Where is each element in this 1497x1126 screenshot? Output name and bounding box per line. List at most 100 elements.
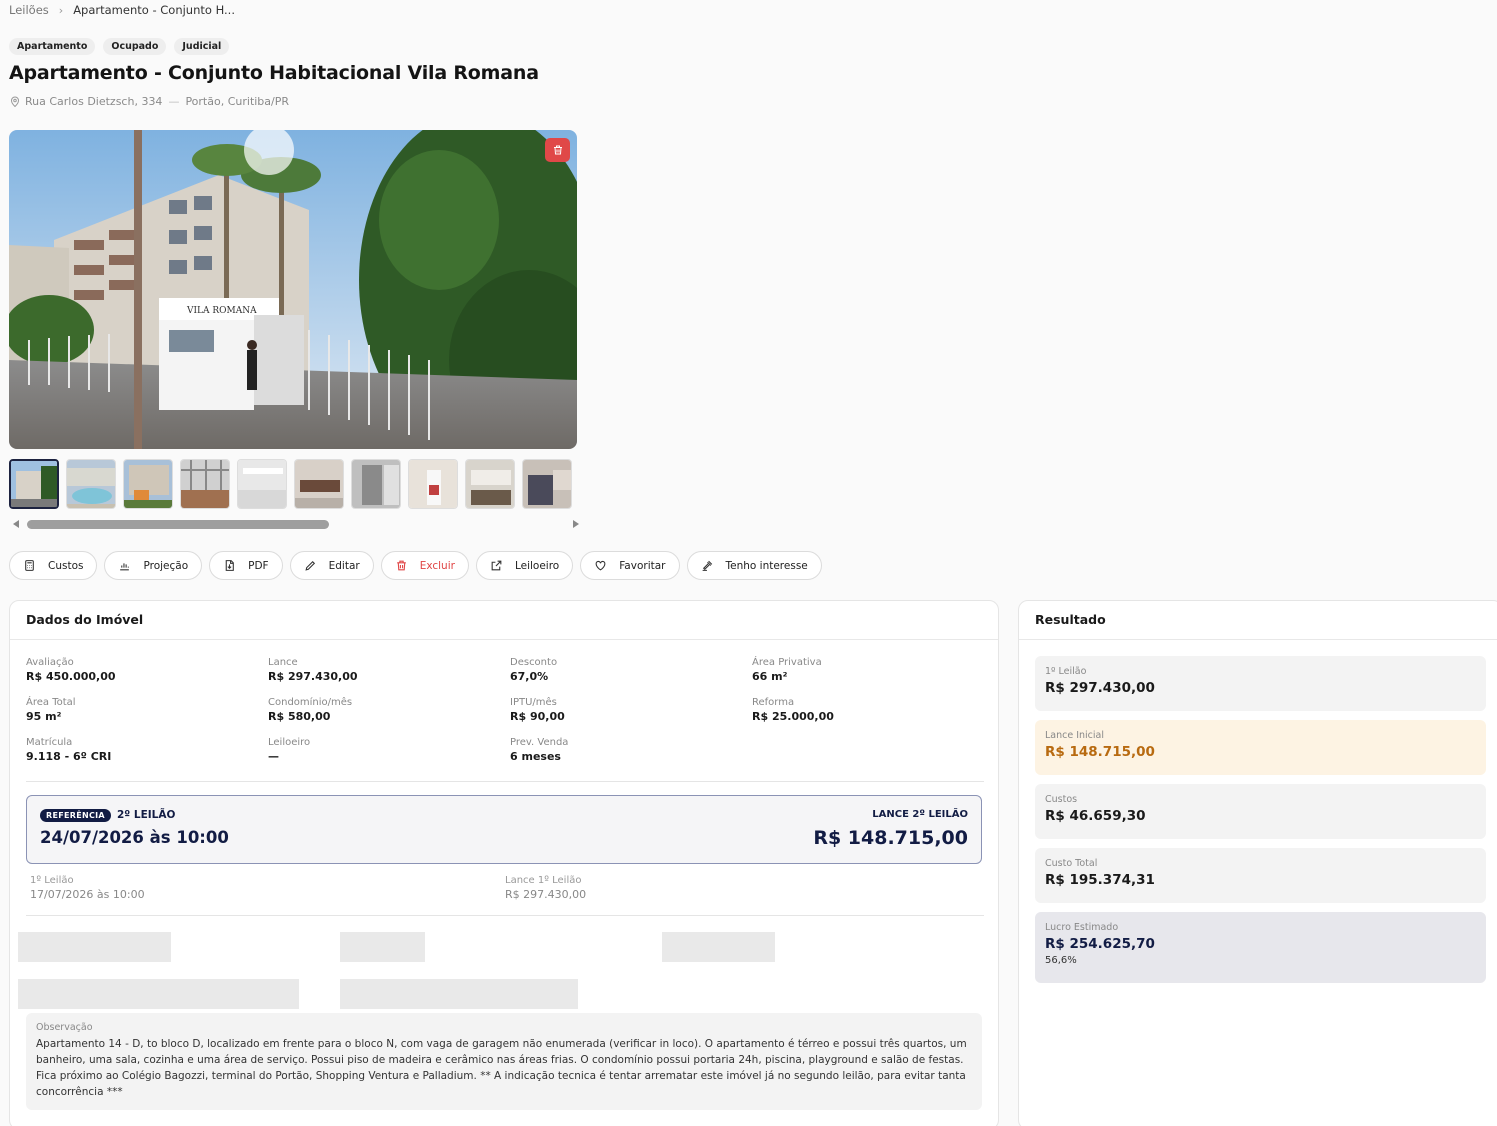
field-value: R$ 297.430,00 <box>268 670 358 683</box>
property-photo-image: VILA ROMANA <box>9 130 577 449</box>
scroll-right-arrow-icon[interactable] <box>573 520 579 528</box>
result-label: Custo Total <box>1045 858 1098 869</box>
field-label: 1º Leilão <box>30 875 74 886</box>
result-value: R$ 46.659,30 <box>1045 808 1146 824</box>
field-reforma: Reforma R$ 25.000,00 <box>752 696 994 725</box>
thumbnail-1[interactable] <box>9 459 59 509</box>
trash-icon <box>396 560 406 571</box>
custos-button[interactable]: Custos <box>9 551 98 580</box>
redacted-block <box>340 932 425 962</box>
projecao-button-label: Projeção <box>143 559 189 572</box>
redacted-block <box>18 979 299 1009</box>
thumbnail-10[interactable] <box>522 459 572 509</box>
photo-sign-text: VILA ROMANA <box>186 306 257 316</box>
result-lucro-estimado: Lucro Estimado R$ 254.625,70 56,6% <box>1035 912 1486 983</box>
result-label: Lance Inicial <box>1045 730 1105 741</box>
leiloeiro-button-label: Leiloeiro <box>514 559 560 572</box>
thumbnail-9[interactable] <box>465 459 515 509</box>
referencia-badge: REFERÊNCIA <box>40 809 111 822</box>
field-label: Desconto <box>510 657 558 668</box>
delete-photo-button[interactable] <box>545 138 570 162</box>
breadcrumb-current: Apartamento - Conjunto H... <box>73 3 235 17</box>
redacted-block <box>662 932 775 962</box>
scrollbar-thumb[interactable] <box>27 520 329 529</box>
field-matricula: Matrícula 9.118 - 6º CRI <box>26 736 268 765</box>
field-label: Avaliação <box>26 657 74 668</box>
address-street: Rua Carlos Dietzsch, 334 <box>25 95 163 108</box>
property-fields: Avaliação R$ 450.000,00 Lance R$ 297.430,0… <box>26 656 996 765</box>
heart-icon <box>595 560 606 571</box>
custos-button-label: Custos <box>48 559 84 572</box>
resultado-card: Resultado 1º Leilão R$ 297.430,00 Lance … <box>1018 600 1497 1126</box>
calculator-icon <box>25 560 34 571</box>
tag-type: Apartamento <box>9 38 96 55</box>
main-photo[interactable]: VILA ROMANA <box>9 130 577 449</box>
referencia-leilao: 2º LEILÃO <box>117 809 176 821</box>
field-prev-venda: Prev. Venda 6 meses <box>510 736 752 765</box>
result-value: R$ 254.625,70 <box>1045 936 1155 952</box>
section-divider <box>26 915 984 916</box>
primeiro-leilao-fields: 1º Leilão 17/07/2026 às 10:00 Lance 1º Le… <box>30 874 980 903</box>
thumbnail-scrollbar[interactable] <box>9 518 581 532</box>
result-value: R$ 297.430,00 <box>1045 680 1155 696</box>
field-area-privativa: Área Privativa 66 m² <box>752 656 994 685</box>
field-value: 17/07/2026 às 10:00 <box>30 888 145 901</box>
pdf-button-label: PDF <box>248 559 269 572</box>
field-value: 67,0% <box>510 670 549 683</box>
field-label: Área Privativa <box>752 657 822 668</box>
field-desconto: Desconto 67,0% <box>510 656 752 685</box>
result-percent: 56,6% <box>1045 955 1077 966</box>
tenho-interesse-button[interactable]: Tenho interesse <box>686 551 822 580</box>
result-label: 1º Leilão <box>1045 666 1087 677</box>
projecao-button[interactable]: Projeção <box>104 551 203 580</box>
field-leiloeiro: Leiloeiro — <box>268 736 510 765</box>
section-divider <box>26 781 984 782</box>
editar-button[interactable]: Editar <box>289 551 374 580</box>
tenho-interesse-button-label: Tenho interesse <box>725 559 808 572</box>
field-iptu: IPTU/mês R$ 90,00 <box>510 696 752 725</box>
observacao-box: Observação Apartamento 14 - D, to bloco … <box>26 1013 982 1110</box>
field-value: — <box>268 750 279 763</box>
thumbnail-4[interactable] <box>180 459 230 509</box>
thumbnail-2[interactable] <box>66 459 116 509</box>
gavel-icon <box>702 560 712 571</box>
tag-occupancy: Ocupado <box>103 38 167 55</box>
file-icon <box>225 560 234 571</box>
result-lance-inicial: Lance Inicial R$ 148.715,00 <box>1035 720 1486 775</box>
address-district: Portão, Curitiba/PR <box>185 95 290 108</box>
field-primeiro-leilao: 1º Leilão 17/07/2026 às 10:00 <box>30 874 505 903</box>
breadcrumb-root-link[interactable]: Leilões <box>9 3 49 17</box>
result-value: R$ 148.715,00 <box>1045 744 1155 760</box>
field-label: Matrícula <box>26 737 73 748</box>
pencil-icon <box>305 560 315 571</box>
thumbnail-6[interactable] <box>294 459 344 509</box>
field-value: R$ 580,00 <box>268 710 331 723</box>
redacted-block <box>18 932 171 962</box>
trash-icon <box>553 145 562 155</box>
excluir-button[interactable]: Excluir <box>380 551 469 580</box>
field-value: 6 meses <box>510 750 561 763</box>
action-bar: Custos Projeção PDF Editar Excluir Leilo… <box>9 551 822 580</box>
chevron-right-icon: › <box>58 3 64 17</box>
referencia-lance-label: LANCE 2º LEILÃO <box>872 809 968 820</box>
thumbnail-7[interactable] <box>351 459 401 509</box>
observacao-text: Apartamento 14 - D, to bloco D, localiza… <box>36 1038 967 1098</box>
field-label: IPTU/mês <box>510 697 557 708</box>
field-label: Área Total <box>26 697 76 708</box>
thumbnail-8[interactable] <box>408 459 458 509</box>
field-value: 66 m² <box>752 670 788 683</box>
address-separator: — <box>168 95 180 108</box>
thumbnail-5[interactable] <box>237 459 287 509</box>
scroll-left-arrow-icon[interactable] <box>13 520 19 528</box>
thumbnail-strip <box>9 459 577 511</box>
tag-list: Apartamento Ocupado Judicial <box>9 38 230 55</box>
favoritar-button[interactable]: Favoritar <box>580 551 680 580</box>
pdf-button[interactable]: PDF <box>209 551 283 580</box>
resultado-title: Resultado <box>1019 601 1497 640</box>
leiloeiro-button[interactable]: Leiloeiro <box>475 551 574 580</box>
referencia-lance-value: R$ 148.715,00 <box>813 827 968 849</box>
thumbnail-3[interactable] <box>123 459 173 509</box>
result-custo-total: Custo Total R$ 195.374,31 <box>1035 848 1486 903</box>
field-label: Reforma <box>752 697 795 708</box>
field-area-total: Área Total 95 m² <box>26 696 268 725</box>
